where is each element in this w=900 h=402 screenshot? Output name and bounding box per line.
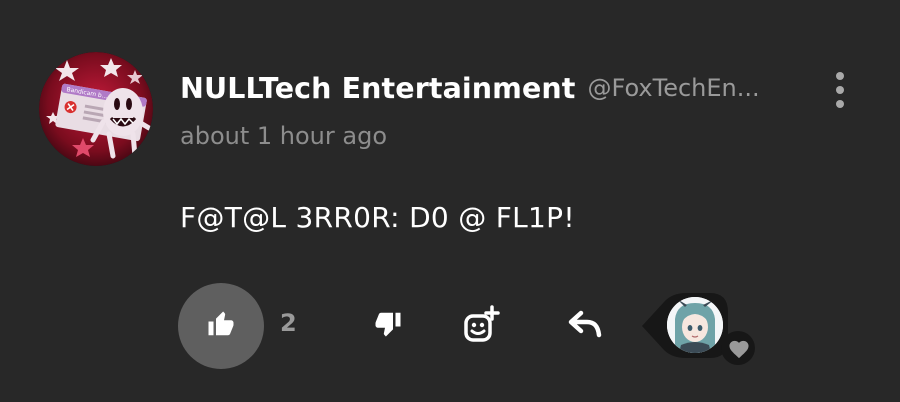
more-vertical-icon-dot bbox=[836, 86, 844, 94]
author-handle[interactable]: @FoxTechEn... bbox=[588, 74, 760, 102]
creator-avatar bbox=[667, 297, 723, 353]
dislike-button[interactable] bbox=[363, 301, 413, 351]
thumbs-up-icon bbox=[206, 309, 236, 343]
creator-heart[interactable] bbox=[636, 288, 762, 368]
reply-button[interactable] bbox=[560, 301, 610, 351]
more-vertical-icon-dot bbox=[836, 100, 844, 108]
comment-timestamp: about 1 hour ago bbox=[180, 122, 387, 150]
more-options-button[interactable] bbox=[822, 68, 858, 112]
like-button[interactable] bbox=[178, 283, 264, 369]
thumbs-down-icon bbox=[373, 309, 403, 343]
reply-icon bbox=[567, 309, 603, 343]
add-reaction-button[interactable] bbox=[456, 301, 506, 351]
comment-text: F@T@L 3RR0R: D0 @ FL1P! bbox=[180, 201, 575, 234]
author-name[interactable]: NULLTech Entertainment bbox=[180, 72, 576, 105]
like-count: 2 bbox=[280, 309, 297, 337]
more-vertical-icon bbox=[836, 72, 844, 80]
add-reaction-icon bbox=[461, 304, 501, 348]
author-avatar[interactable]: Bandicam b... bbox=[39, 52, 153, 166]
comment-header: NULLTech Entertainment @FoxTechEn... bbox=[180, 66, 820, 110]
heart-icon bbox=[723, 334, 755, 364]
